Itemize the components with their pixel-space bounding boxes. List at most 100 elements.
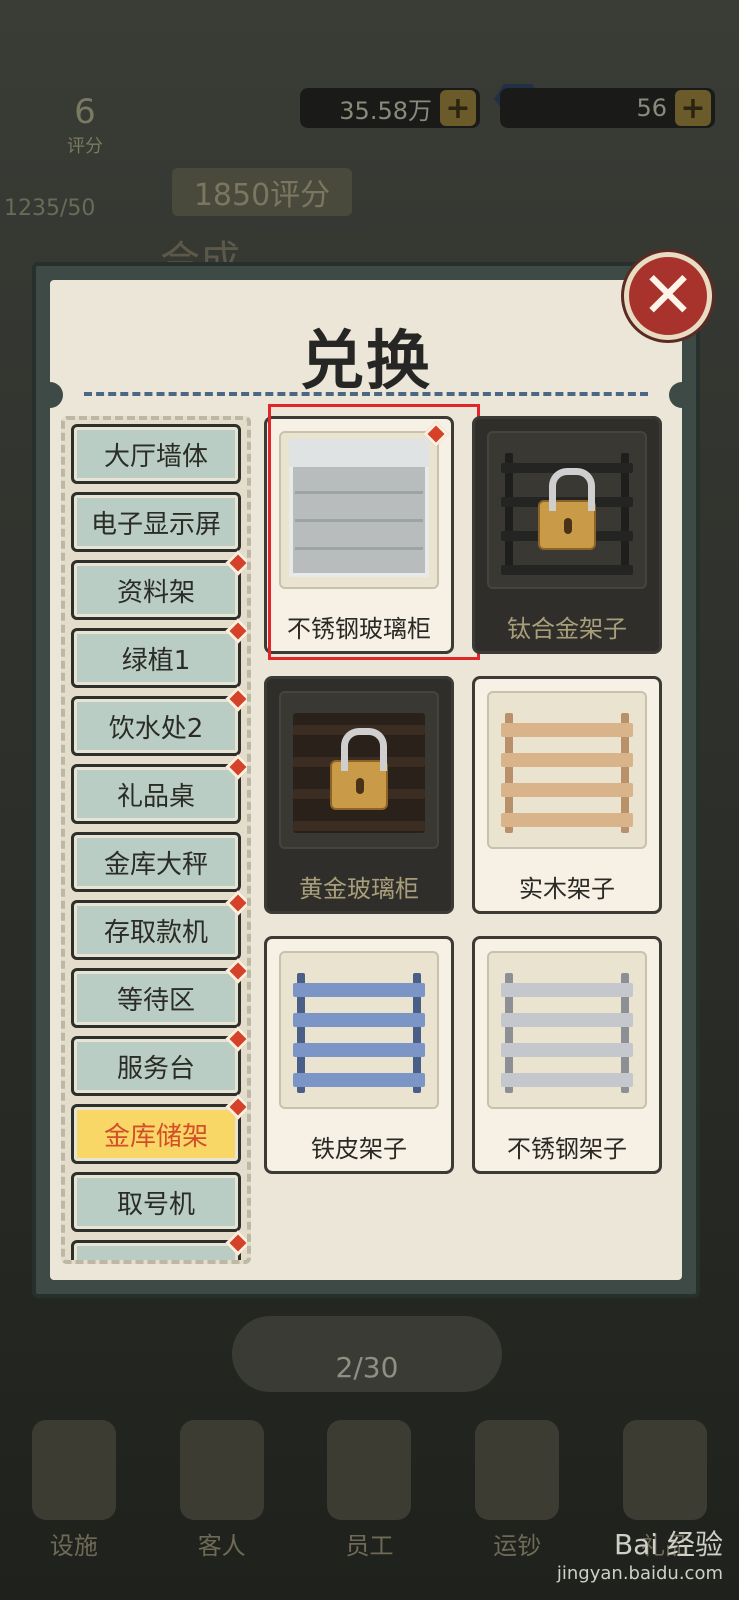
rack-frame (501, 713, 633, 833)
item-label: 实木架子 (519, 875, 615, 903)
category-gift-table[interactable]: 礼品桌 (71, 754, 247, 824)
category-ticket-machine[interactable]: 取号机 (71, 1172, 241, 1232)
gold-glass-cabinet-icon (279, 691, 439, 849)
category-plant-1[interactable]: 绿植1 (71, 618, 247, 688)
category-label: 电子显示屏 (90, 509, 221, 540)
close-icon: ✕ (641, 259, 695, 333)
divider-notch-right (669, 382, 695, 408)
lock-icon (330, 728, 388, 810)
item-card-titanium-rack[interactable]: 钛合金架子 (472, 416, 662, 654)
category-label: 金库储架 (103, 1121, 208, 1152)
gem-value: 56 (636, 94, 667, 122)
category-label: 大厅墙体 (103, 441, 208, 472)
nav-label: 客人 (197, 1532, 246, 1560)
category-label: 资料架 (116, 577, 195, 608)
selection-highlight (268, 404, 480, 660)
rack-bar (501, 783, 633, 797)
close-button[interactable]: ✕ (624, 252, 712, 340)
new-badge-icon (225, 686, 247, 712)
new-badge-icon (225, 1026, 247, 1052)
category-waiting-area[interactable]: 等待区 (71, 958, 247, 1028)
watermark: Bai 经验 jingyan.baidu.com (557, 1523, 723, 1584)
guests-icon (179, 1420, 264, 1520)
coin-counter: 35.58万 + (300, 88, 480, 128)
nav-label: 设施 (49, 1532, 98, 1560)
rack-bar (501, 1073, 633, 1087)
page-counter: 2/30 (232, 1316, 502, 1392)
lock-icon (538, 468, 596, 550)
rack-bar (293, 1013, 425, 1027)
new-badge-icon (225, 754, 247, 780)
category-label: 取号机 (116, 1189, 195, 1220)
add-gems-button[interactable]: + (675, 90, 711, 126)
coin-value: 35.58万 (339, 96, 432, 125)
rack-bar (293, 1073, 425, 1087)
gifts-icon (623, 1420, 708, 1520)
rack-frame (293, 973, 425, 1093)
solid-wood-rack-icon (487, 691, 647, 849)
category-label: 饮水处2 (108, 713, 204, 744)
category-label: 等待区 (116, 985, 195, 1016)
rack-bar (501, 1013, 633, 1027)
category-next-partial[interactable] (71, 1230, 247, 1260)
score-fraction: 1235/50 (4, 196, 96, 221)
new-badge-icon (225, 958, 247, 984)
rating-badge: 1850评分 (172, 168, 352, 216)
rack-bar (501, 753, 633, 767)
nav-guests[interactable]: 客人 (167, 1420, 277, 1580)
item-label: 黄金玻璃柜 (299, 875, 419, 903)
item-card-stainless-rack[interactable]: 不锈钢架子 (472, 936, 662, 1174)
item-card-gold-glass-cabinet[interactable]: 黄金玻璃柜 (264, 676, 454, 914)
nav-label: 运钞 (493, 1532, 542, 1560)
add-coins-button[interactable]: + (440, 90, 476, 126)
new-badge-icon (225, 1094, 247, 1120)
rack-bar (501, 983, 633, 997)
category-water-station-2[interactable]: 饮水处2 (71, 686, 247, 756)
nav-staff[interactable]: 员工 (314, 1420, 424, 1580)
item-card-iron-sheet-rack[interactable]: 铁皮架子 (264, 936, 454, 1174)
modal-title: 兑换 (300, 325, 432, 399)
divider-notch-left (37, 382, 63, 408)
facilities-icon (31, 1420, 116, 1520)
stainless-rack-icon (487, 951, 647, 1109)
category-vault-shelf[interactable]: 金库储架 (71, 1094, 247, 1164)
category-electronic-display[interactable]: 电子显示屏 (71, 492, 241, 552)
category-label: 存取款机 (103, 917, 208, 948)
nav-cash-transport[interactable]: 运钞 (462, 1420, 572, 1580)
nav-facilities[interactable]: 设施 (19, 1420, 129, 1580)
item-label: 不锈钢架子 (507, 1135, 627, 1163)
item-label: 铁皮架子 (311, 1135, 407, 1163)
category-label: 金库大秤 (103, 849, 208, 880)
rack-bar (501, 1043, 633, 1057)
titanium-rack-icon (487, 431, 647, 589)
watermark-brand: Bai 经验 (613, 1528, 723, 1561)
cash-transport-icon (475, 1420, 560, 1520)
rack-bar (293, 983, 425, 997)
category-hall-wall[interactable]: 大厅墙体 (71, 424, 241, 484)
category-vault-scale[interactable]: 金库大秤 (71, 832, 241, 892)
divider (84, 392, 648, 396)
category-label: 服务台 (116, 1053, 195, 1084)
category-document-rack[interactable]: 资料架 (71, 550, 247, 620)
gem-counter: 56 + (500, 88, 715, 128)
iron-sheet-rack-icon (279, 951, 439, 1109)
cabinet-bar (293, 821, 425, 831)
category-service-desk[interactable]: 服务台 (71, 1026, 247, 1096)
rack-bar (501, 813, 633, 827)
category-list[interactable]: 大厅墙体 电子显示屏 资料架 绿植1 饮水处2 礼品桌 金库大秤 存取款机 等待… (61, 416, 251, 1264)
new-badge-icon (225, 1230, 247, 1256)
category-atm[interactable]: 存取款机 (71, 890, 247, 960)
rack-frame (501, 973, 633, 1093)
rack-bar (501, 723, 633, 737)
category-label: 礼品桌 (116, 781, 195, 812)
item-label: 钛合金架子 (507, 615, 627, 643)
item-card-solid-wood-rack[interactable]: 实木架子 (472, 676, 662, 914)
staff-icon (327, 1420, 412, 1520)
rack-bar (501, 565, 633, 575)
new-badge-icon (225, 618, 247, 644)
new-badge-icon (225, 890, 247, 916)
watermark-url: jingyan.baidu.com (556, 1563, 723, 1584)
rating-label: 评分 (67, 136, 103, 157)
rack-bar (293, 1043, 425, 1057)
rating-number: 6 (74, 92, 96, 132)
